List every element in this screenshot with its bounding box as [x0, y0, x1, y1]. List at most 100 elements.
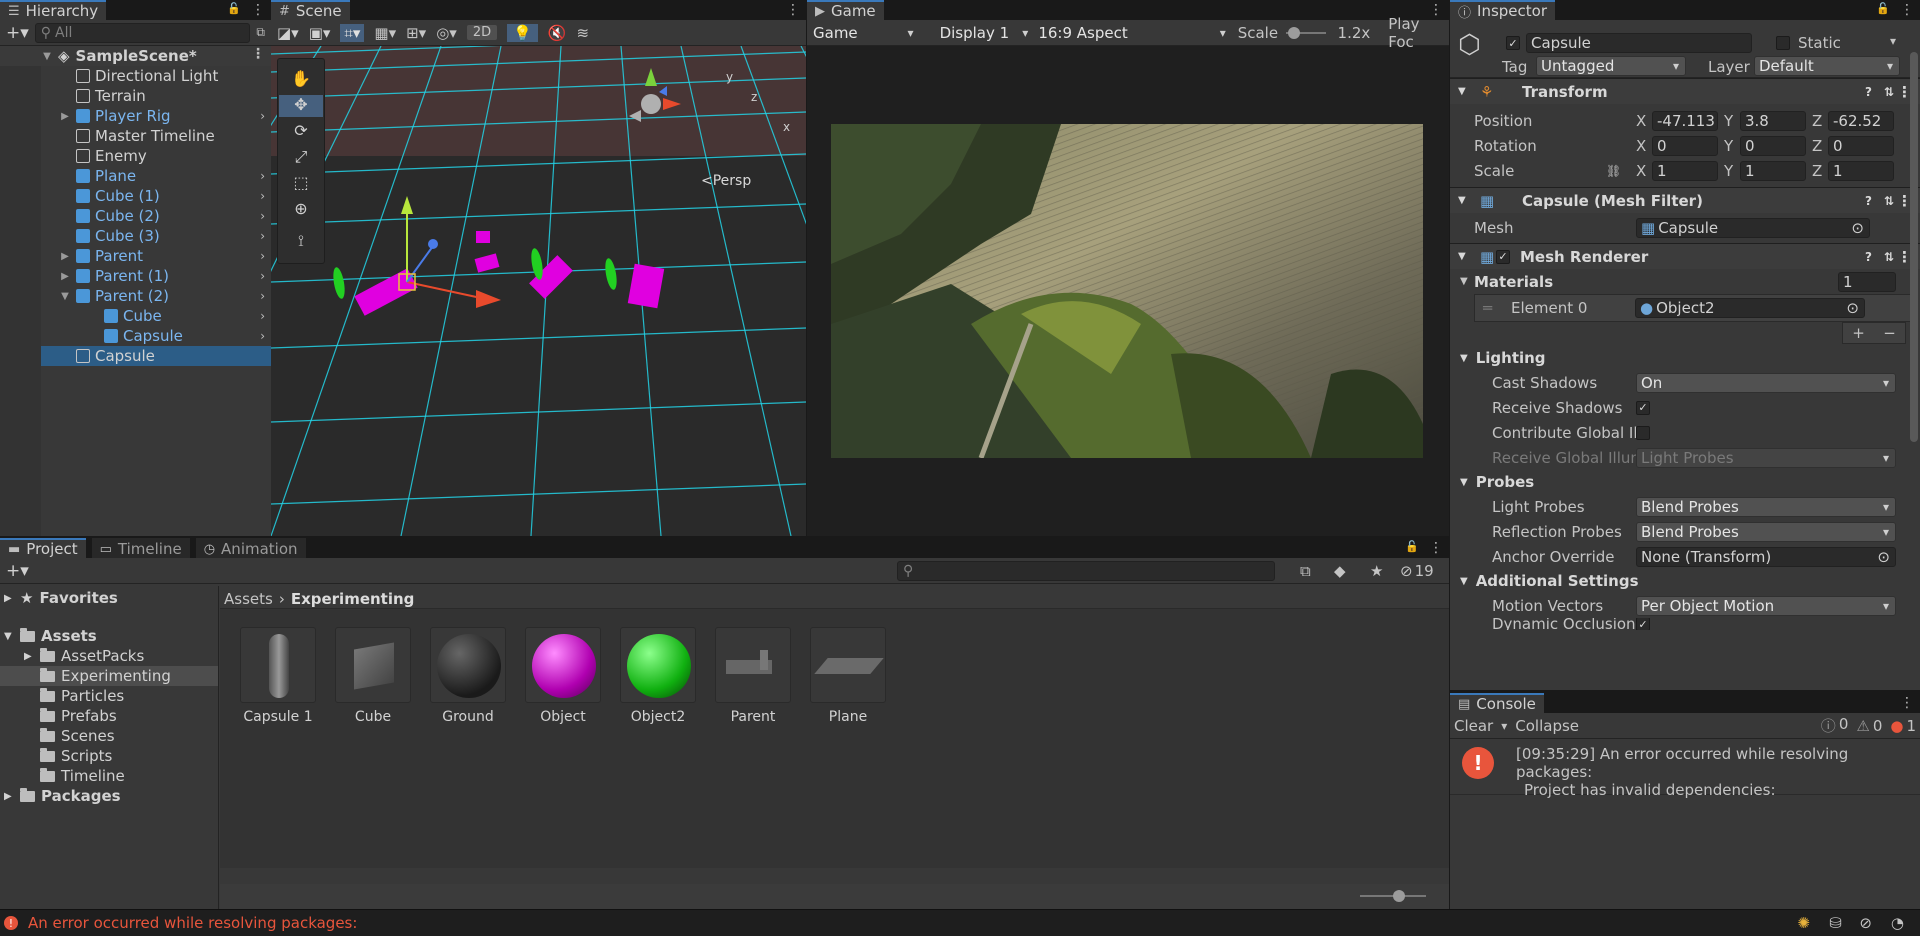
- asset-item[interactable]: Capsule 1: [238, 627, 318, 725]
- fold-open-icon[interactable]: ▼: [1458, 86, 1476, 97]
- favorites-star-icon[interactable]: ★: [1370, 562, 1383, 580]
- asset-item[interactable]: Object: [523, 627, 603, 725]
- asset-item[interactable]: Cube: [333, 627, 413, 725]
- active-checkbox[interactable]: ✓: [1506, 36, 1520, 50]
- fold-closed-icon[interactable]: ▶: [58, 251, 72, 262]
- rect-tool-icon[interactable]: ⬚: [293, 173, 308, 195]
- preset-icon[interactable]: ⇅: [1884, 250, 1894, 264]
- custom-tool-icon[interactable]: ⟟: [298, 231, 304, 253]
- fold-closed-icon[interactable]: ▶: [58, 111, 72, 122]
- warning-filter-button[interactable]: ⚠ 0: [1856, 717, 1882, 735]
- open-prefab-icon[interactable]: ›: [260, 229, 265, 243]
- scale-slider[interactable]: [1286, 23, 1327, 43]
- filter-by-label-icon[interactable]: ◆: [1334, 562, 1346, 580]
- fold-closed-icon[interactable]: ▶: [4, 791, 20, 802]
- open-prefab-icon[interactable]: ›: [260, 109, 265, 123]
- fold-open-icon[interactable]: ▼: [58, 291, 72, 302]
- create-icon[interactable]: +▾: [6, 561, 29, 581]
- fold-closed-icon[interactable]: ▶: [24, 651, 32, 662]
- console-entry[interactable]: ! [09:35:29] An error occurred while res…: [1450, 739, 1920, 799]
- fold-open-icon[interactable]: ▼: [40, 51, 54, 62]
- search-options-icon[interactable]: ⧉: [256, 25, 265, 40]
- add-element-button[interactable]: +: [1852, 324, 1865, 342]
- tab-game[interactable]: ▶ Game: [807, 0, 884, 20]
- fold-closed-icon[interactable]: ▶: [4, 593, 20, 604]
- network-icon[interactable]: ⊘: [1859, 914, 1872, 932]
- open-prefab-icon[interactable]: ›: [260, 289, 265, 303]
- console-more-icon[interactable]: ⋮: [1900, 695, 1914, 711]
- assets-row[interactable]: ▼ Assets: [0, 626, 218, 646]
- scene-menu-icon[interactable]: ⋮: [251, 46, 265, 62]
- help-icon[interactable]: ?: [1865, 194, 1872, 208]
- asset-item[interactable]: Plane: [808, 627, 888, 725]
- play-focused-dropdown[interactable]: Play Foc: [1388, 15, 1449, 51]
- tab-scene[interactable]: # Scene: [271, 0, 350, 20]
- help-icon[interactable]: ?: [1865, 250, 1872, 264]
- transform-position-x-field[interactable]: -47.113: [1652, 110, 1718, 131]
- error-filter-button[interactable]: ● 1: [1890, 717, 1916, 735]
- breadcrumb-assets[interactable]: Assets: [224, 590, 273, 608]
- open-prefab-icon[interactable]: ›: [260, 209, 265, 223]
- scene-more-icon[interactable]: ⋮: [786, 2, 800, 18]
- open-prefab-icon[interactable]: ›: [260, 249, 265, 263]
- lighting-toggle-icon[interactable]: 💡: [507, 23, 538, 42]
- open-prefab-icon[interactable]: ›: [260, 189, 265, 203]
- object-picker-icon[interactable]: ⊙: [1877, 548, 1890, 566]
- transform-position-y-field[interactable]: 3.8: [1740, 110, 1806, 131]
- folder-item[interactable]: Timeline: [0, 766, 218, 786]
- layer-dropdown[interactable]: Default: [1754, 56, 1900, 76]
- transform-scale-x-field[interactable]: 1: [1652, 160, 1718, 181]
- tab-project[interactable]: ▬ Project: [0, 538, 86, 558]
- dynamic-occlusion-checkbox[interactable]: ✓: [1636, 618, 1650, 630]
- toggle-2d-button[interactable]: 2D: [466, 25, 498, 40]
- static-checkbox[interactable]: [1776, 36, 1790, 50]
- folder-item[interactable]: Prefabs: [0, 706, 218, 726]
- fold-open-icon[interactable]: ▼: [1460, 477, 1468, 488]
- display-dropdown[interactable]: Display 1: [935, 22, 1035, 43]
- preset-icon[interactable]: ⇅: [1884, 194, 1894, 208]
- folder-item[interactable]: Experimenting: [0, 666, 218, 686]
- motion-vectors-dropdown[interactable]: Per Object Motion: [1636, 595, 1896, 616]
- folder-item[interactable]: ▶ AssetPacks: [0, 646, 218, 666]
- materials-count-field[interactable]: 1: [1838, 271, 1896, 292]
- fold-open-icon[interactable]: ▼: [1458, 251, 1476, 262]
- remove-element-button[interactable]: −: [1883, 324, 1896, 342]
- mesh-renderer-header[interactable]: ▼ ▦ ✓ Mesh Renderer ? ⇅ ⋮: [1450, 243, 1920, 269]
- receive-shadows-checkbox[interactable]: ✓: [1636, 400, 1650, 415]
- open-prefab-icon[interactable]: ›: [260, 329, 265, 343]
- scene-gizmo[interactable]: y z x: [691, 70, 796, 160]
- tab-console[interactable]: ▤ Console: [1450, 693, 1544, 713]
- fold-closed-icon[interactable]: ▶: [58, 271, 72, 282]
- mesh-renderer-enabled-checkbox[interactable]: ✓: [1496, 249, 1510, 264]
- scene-root[interactable]: ▼ ◈ SampleScene* ⋮: [0, 46, 271, 66]
- fold-open-icon[interactable]: ▼: [1460, 576, 1468, 587]
- mesh-object-field[interactable]: ▦ Capsule ⊙: [1636, 218, 1870, 238]
- tab-timeline[interactable]: ▭ Timeline: [91, 538, 190, 558]
- increment-snap-icon[interactable]: ⊞▾: [406, 24, 426, 42]
- fold-open-icon[interactable]: ▼: [1460, 353, 1468, 364]
- aspect-dropdown[interactable]: 16:9 Aspect: [1034, 22, 1232, 43]
- draw-mode-icon[interactable]: ▣▾: [309, 24, 331, 42]
- inspector-lock-icon[interactable]: 🔓: [1876, 2, 1890, 15]
- move-tool-icon[interactable]: ✥: [279, 95, 323, 117]
- folder-item[interactable]: Scripts: [0, 746, 218, 766]
- clear-options-icon[interactable]: ▾: [1501, 719, 1507, 733]
- effects-icon[interactable]: ◎▾: [436, 24, 457, 42]
- reflection-probes-dropdown[interactable]: Blend Probes: [1636, 521, 1896, 542]
- static-dropdown-icon[interactable]: ▾: [1890, 34, 1896, 48]
- project-search[interactable]: ⚲: [897, 560, 1275, 581]
- shading-mode-icon[interactable]: ◪▾: [277, 24, 299, 42]
- open-prefab-icon[interactable]: ›: [260, 309, 265, 323]
- cast-shadows-dropdown[interactable]: On: [1636, 372, 1896, 393]
- transform-scale-y-field[interactable]: 1: [1740, 160, 1806, 181]
- scale-tool-icon[interactable]: ⤢: [295, 147, 308, 169]
- transform-tool-icon[interactable]: ⊕: [294, 199, 307, 221]
- fold-open-icon[interactable]: ▼: [1458, 195, 1476, 206]
- asset-item[interactable]: Ground: [428, 627, 508, 725]
- help-icon[interactable]: ?: [1865, 85, 1872, 99]
- add-icon[interactable]: +▾: [6, 23, 29, 43]
- transform-rotation-x-field[interactable]: 0: [1652, 135, 1718, 156]
- open-prefab-icon[interactable]: ›: [260, 269, 265, 283]
- preset-icon[interactable]: ⇅: [1884, 85, 1894, 99]
- hierarchy-search[interactable]: ⚲ All: [34, 22, 251, 43]
